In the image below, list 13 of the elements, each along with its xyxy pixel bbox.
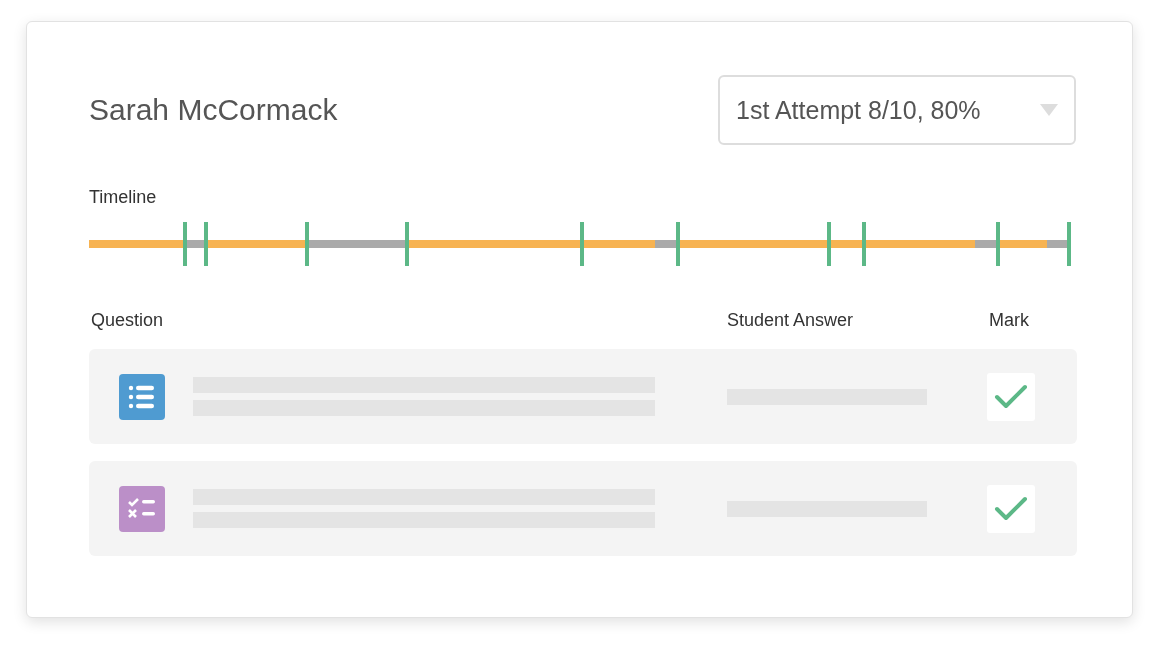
list-icon xyxy=(119,373,165,420)
question-row[interactable] xyxy=(89,349,1077,444)
student-name: Sarah McCormack xyxy=(89,93,338,127)
column-header: Student Answer xyxy=(727,310,854,330)
checklist-icon xyxy=(119,485,165,532)
question-row[interactable] xyxy=(89,461,1077,556)
column-header: Mark xyxy=(989,310,1029,330)
attempt-dropdown[interactable]: 1st Attempt 8/10, 80% xyxy=(718,75,1076,145)
checkmark-icon xyxy=(994,383,1028,410)
timeline-label: Timeline xyxy=(89,187,157,208)
checkmark-icon xyxy=(994,495,1028,522)
column-header: Question xyxy=(91,310,164,330)
caret-icon xyxy=(1040,104,1058,116)
